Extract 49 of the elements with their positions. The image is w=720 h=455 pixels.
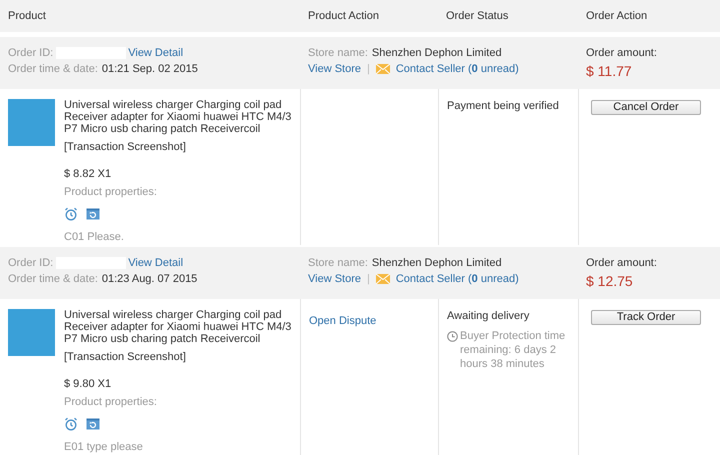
- refresh-box-icon[interactable]: [86, 207, 100, 220]
- alarm-clock-icon[interactable]: [64, 416, 78, 430]
- order-time-value: 01:21 Sep. 02 2015: [102, 62, 198, 77]
- column-header: Order Status: [445, 8, 510, 24]
- product-title-link[interactable]: Universal wireless charger Charging coil pad Receiver adapter for Xiaomi huawei HTC M4/3 P7 Micro usb charing patch Receivercoil: [64, 99, 292, 135]
- store-name-value: Shenzhen Dephon Limited: [372, 256, 502, 271]
- order-id-label: Order ID:: [8, 46, 54, 61]
- clock-icon: [447, 331, 458, 342]
- product-properties-label: Product properties:: [64, 185, 158, 200]
- order-amount-value: $ 11.77: [586, 62, 633, 81]
- order-time-value: 01:23 Aug. 07 2015: [102, 272, 198, 287]
- order-action-button[interactable]: Track Order: [591, 310, 701, 325]
- link-separator: |: [367, 272, 370, 287]
- contact-seller-link[interactable]: Contact Seller (0 unread): [396, 61, 519, 77]
- order-amount-value: $ 12.75: [586, 272, 634, 291]
- order-time-label: Order time & date:: [8, 272, 98, 287]
- transaction-screenshot-link[interactable]: [Transaction Screenshot]: [64, 139, 292, 156]
- view-store-link[interactable]: View Store: [308, 271, 361, 287]
- buyer-protection-text: Buyer Protection time remaining: 6 days 2 hours 38 minutes: [460, 329, 566, 371]
- column-header: Product: [7, 8, 47, 24]
- contact-seller-link[interactable]: Contact Seller (0 unread): [396, 271, 519, 287]
- column-header: Product Action: [307, 8, 380, 24]
- product-title-link[interactable]: Universal wireless charger Charging coil pad Receiver adapter for Xiaomi huawei HTC M4/3 P7 Micro usb charing patch Receivercoil: [64, 309, 292, 345]
- refresh-box-icon[interactable]: [86, 417, 100, 430]
- product-price: $ 9.80 X1: [64, 376, 112, 392]
- envelope-icon: [376, 274, 390, 284]
- column-header: Order Action: [585, 8, 648, 24]
- envelope-icon: [376, 64, 390, 74]
- view-store-link[interactable]: View Store: [308, 61, 361, 77]
- view-detail-link[interactable]: View Detail: [128, 255, 184, 271]
- store-name-label: Store name:: [308, 256, 368, 271]
- order-amount-label: Order amount:: [586, 46, 658, 61]
- store-name-label: Store name:: [308, 46, 368, 61]
- open-dispute-link[interactable]: Open Dispute: [309, 315, 376, 327]
- product-note: C01 Please.: [64, 230, 125, 244]
- order-time-label: Order time & date:: [8, 62, 98, 77]
- order-id-label: Order ID:: [8, 256, 54, 271]
- view-detail-link[interactable]: View Detail: [128, 45, 184, 61]
- alarm-clock-icon[interactable]: [64, 206, 78, 220]
- product-price: $ 8.82 X1: [64, 166, 112, 182]
- link-separator: |: [367, 62, 370, 77]
- store-name-value: Shenzhen Dephon Limited: [372, 46, 502, 61]
- order-amount-label: Order amount:: [586, 256, 658, 271]
- product-note: E01 type please: [64, 440, 144, 454]
- order-status-text: Awaiting delivery: [447, 309, 530, 323]
- product-properties-label: Product properties:: [64, 395, 158, 410]
- transaction-screenshot-link[interactable]: [Transaction Screenshot]: [64, 349, 292, 366]
- order-action-button[interactable]: Cancel Order: [591, 100, 701, 115]
- order-status-text: Payment being verified: [447, 99, 560, 113]
